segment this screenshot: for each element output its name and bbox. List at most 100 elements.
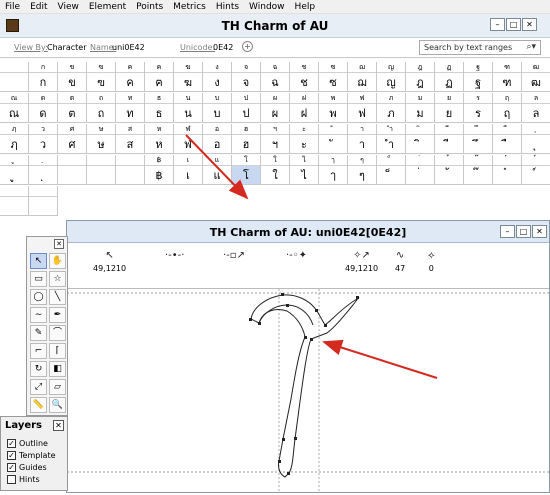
glyph-cell[interactable]: ูู (0, 155, 29, 185)
glyph-cell[interactable]: ษษ (87, 124, 116, 154)
add-icon[interactable]: + (242, 41, 253, 52)
menu-item-hints[interactable]: Hints (211, 2, 244, 12)
glyph-cell[interactable]: ทท (116, 93, 145, 123)
glyph-cell[interactable]: ภภ (377, 93, 406, 123)
glyph-cell[interactable]: ึึ (464, 124, 493, 154)
glyph-cell[interactable] (0, 186, 29, 216)
glyph-cell[interactable]: าา (348, 124, 377, 154)
glyph-cell[interactable]: กก (29, 62, 58, 92)
glyph-cell[interactable]: ฤฤ (493, 93, 522, 123)
unicode-label[interactable]: Unicode: (180, 43, 215, 52)
glyph-cell[interactable]: ฑฑ (493, 62, 522, 92)
menu-item-window[interactable]: Window (244, 2, 290, 12)
skew-tool-icon[interactable]: ▱ (49, 379, 66, 395)
glyph-cell[interactable]: ณณ (0, 93, 29, 123)
glyph-cell[interactable]: ะะ (290, 124, 319, 154)
glyph-cell[interactable]: ้้ (435, 155, 464, 185)
glyph-cell[interactable]: หห (145, 124, 174, 154)
editor-minimize-button[interactable]: – (500, 225, 515, 238)
glyph-cell[interactable]: ัั (319, 124, 348, 154)
glyph-cell[interactable]: ฯฯ (261, 124, 290, 154)
layer-row-guides[interactable]: ✓ Guides (7, 463, 47, 472)
checkbox[interactable]: ✓ (7, 451, 16, 460)
glyph-cell[interactable]: ลล (522, 93, 550, 123)
glyph-cell[interactable]: ฬฬ (174, 124, 203, 154)
freehand-tool-icon[interactable]: ∼ (30, 307, 47, 323)
glyph-cell[interactable]: ่่ (406, 155, 435, 185)
glyph-cell[interactable]: นน (174, 93, 203, 123)
tool-palette-close-button[interactable]: ✕ (54, 239, 64, 249)
ellipse-tool-icon[interactable]: ◯ (30, 289, 47, 305)
glyph-cell[interactable]: ฿฿ (145, 155, 174, 185)
corner-tool-icon[interactable]: ⌐ (30, 343, 47, 359)
line-tool-icon[interactable]: ╲ (49, 289, 66, 305)
maximize-button[interactable]: □ (506, 18, 521, 31)
layer-row-hints[interactable]: Hints (7, 475, 40, 484)
menu-item-edit[interactable]: Edit (25, 2, 52, 12)
menu-item-file[interactable]: File (0, 2, 25, 12)
search-icon[interactable]: ⌕▾ (526, 42, 536, 52)
glyph-cell[interactable]: ฏฏ (435, 62, 464, 92)
glyph-cell[interactable]: ุุ (522, 124, 550, 154)
glyph-cell[interactable]: รร (464, 93, 493, 123)
glyph-cell[interactable]: ญญ (377, 62, 406, 92)
font-window-titlebar[interactable]: TH Charm of AU – □ ✕ (0, 14, 550, 38)
glyph-cell[interactable]: ชช (290, 62, 319, 92)
glyph-cell[interactable]: ไไ (290, 155, 319, 185)
glyph-cell[interactable]: ใใ (261, 155, 290, 185)
menu-item-points[interactable]: Points (131, 2, 168, 12)
layer-row-outline[interactable]: ✓ Outline (7, 439, 48, 448)
rotate-tool-icon[interactable]: ↻ (30, 361, 47, 377)
glyph-cell[interactable]: ำำ (377, 124, 406, 154)
glyph-cell[interactable]: ฌฌ (348, 62, 377, 92)
glyph-cell[interactable]: ฒฒ (522, 62, 550, 92)
glyph-cell[interactable]: ฅฅ (145, 62, 174, 92)
glyph-cell[interactable]: ฮฮ (232, 124, 261, 154)
glyph-cell[interactable] (87, 155, 116, 185)
glyph-cell[interactable]: ๆๆ (348, 155, 377, 185)
glyph-cell[interactable]: บบ (203, 93, 232, 123)
glyph-cell[interactable] (0, 62, 29, 92)
curve-tool-icon[interactable]: ⌒ (49, 325, 66, 341)
checkbox[interactable]: ✓ (7, 463, 16, 472)
glyph-cell[interactable] (29, 186, 58, 216)
pointer-tool-icon[interactable]: ↖ (30, 253, 47, 269)
glyph-cell[interactable] (116, 155, 145, 185)
glyph-cell[interactable]: ยย (435, 93, 464, 123)
menu-item-metrics[interactable]: Metrics (168, 2, 211, 12)
glyph-cell[interactable]: ๋๋ (493, 155, 522, 185)
pointer-tool[interactable]: ↖ 49,1210 (93, 249, 126, 273)
measure-tool[interactable]: ✧↗ 49,1210 (345, 249, 378, 273)
glyph-cell[interactable]: ๅๅ (319, 155, 348, 185)
glyph-cell[interactable]: ฉฉ (261, 62, 290, 92)
star-tool-icon[interactable]: ☆ (49, 271, 66, 287)
glyph-cell[interactable]: ธธ (145, 93, 174, 123)
editor-titlebar[interactable]: TH Charm of AU: uni0E42[0E42] – □ ✕ (67, 221, 549, 243)
glyph-cell[interactable]: ์์ (522, 155, 550, 185)
knife-tool-icon[interactable]: ✎ (30, 325, 47, 341)
menu-item-help[interactable]: Help (290, 2, 321, 12)
flip-tool-icon[interactable]: ◧ (49, 361, 66, 377)
glyph-cell[interactable]: ถถ (87, 93, 116, 123)
hand-tool-icon[interactable]: ✋ (49, 253, 66, 269)
glyph-cell[interactable]: พพ (319, 93, 348, 123)
glyph-cell[interactable]: โโ (232, 155, 261, 185)
ruler-tool-icon[interactable]: 📏 (30, 397, 47, 413)
glyph-cell[interactable]: ซซ (319, 62, 348, 92)
glyph-cell[interactable]: ฟฟ (348, 93, 377, 123)
zoom-tool-icon[interactable]: 🔍 (49, 397, 66, 413)
glyph-cell[interactable]: ๊๊ (464, 155, 493, 185)
glyph-cell[interactable]: งง (203, 62, 232, 92)
glyph-cell[interactable] (58, 155, 87, 185)
glyph-cell[interactable]: ฃฃ (87, 62, 116, 92)
corner-point-tool[interactable]: ·-▫↗ (223, 249, 245, 263)
glyph-cell[interactable]: ฆฆ (174, 62, 203, 92)
angle-tool[interactable]: ⟡ 0 (428, 249, 435, 273)
checkbox[interactable] (7, 475, 16, 484)
view-by-label[interactable]: View By: (14, 43, 48, 52)
glyph-cell[interactable]: ออ (203, 124, 232, 154)
editor-maximize-button[interactable]: □ (516, 225, 531, 238)
glyph-cell[interactable]: สส (116, 124, 145, 154)
glyph-cell[interactable]: มม (406, 93, 435, 123)
glyph-cell[interactable]: ิิ (406, 124, 435, 154)
